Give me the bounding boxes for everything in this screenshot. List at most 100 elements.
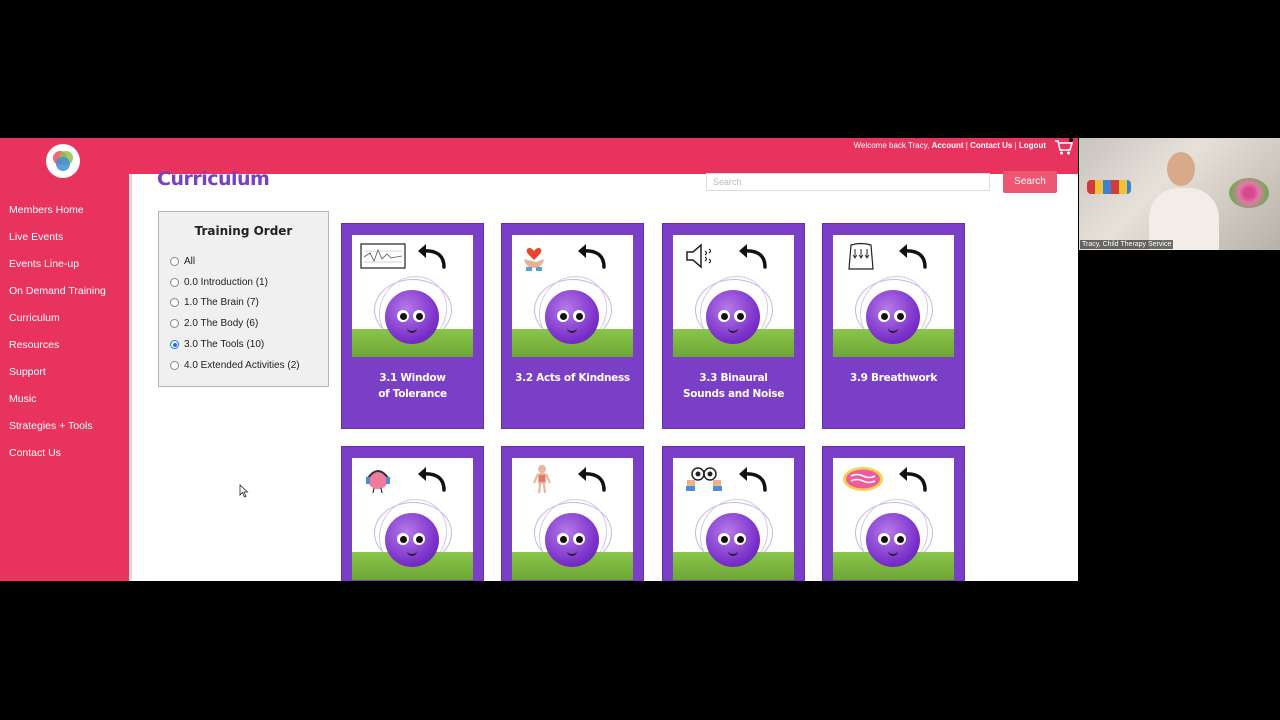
course-card[interactable]: 3.3 Binaural Sounds and Noise — [662, 223, 805, 429]
mascot-eye — [397, 533, 409, 545]
cart-icon[interactable] — [1054, 138, 1074, 156]
video-caption: Tracy, Child Therapy Service — [1080, 240, 1174, 249]
sidebar-item-curriculum[interactable]: Curriculum — [9, 311, 106, 338]
radio-button-selected[interactable] — [170, 340, 179, 349]
mascot-eye — [573, 310, 585, 322]
sidebar-item-on-demand-training[interactable]: On Demand Training — [9, 284, 106, 311]
contact-us-link[interactable]: Contact Us — [970, 141, 1012, 150]
course-card[interactable] — [662, 446, 805, 581]
mascot-mouth — [567, 327, 577, 333]
radio-button[interactable] — [170, 298, 179, 307]
mascot-mouth — [567, 550, 577, 556]
card-title-line: of Tolerance — [378, 388, 447, 400]
flowers — [1229, 178, 1269, 208]
radio-button[interactable] — [170, 257, 179, 266]
mascot-eye — [734, 533, 746, 545]
radio-button[interactable] — [170, 361, 179, 370]
mascot-eye — [878, 533, 890, 545]
card-title: 3.1 Window of Tolerance — [342, 370, 483, 402]
separator: | — [1014, 141, 1017, 150]
back-arrow-icon — [578, 244, 606, 269]
purple-mascot — [385, 290, 439, 344]
course-card[interactable]: 3.9 Breathwork — [822, 223, 965, 429]
body-breathing-icon — [848, 242, 874, 270]
brain-headphones-icon — [366, 470, 390, 494]
mouse-cursor-icon — [239, 484, 249, 498]
sidebar-item-contact-us[interactable]: Contact Us — [9, 446, 106, 473]
back-arrow-icon — [578, 467, 606, 492]
page-title: Curriculum — [157, 168, 270, 190]
search-input[interactable]: Search — [706, 173, 990, 191]
content-divider — [129, 174, 132, 581]
search-button[interactable]: Search — [1003, 171, 1057, 193]
filter-option-introduction[interactable]: 0.0 Introduction (1) — [170, 277, 268, 288]
sidebar: Members Home Live Events Events Line-up … — [0, 138, 129, 581]
card-thumbnail — [833, 458, 954, 580]
card-title: 3.2 Acts of Kindness — [502, 370, 643, 386]
course-card[interactable] — [341, 446, 484, 581]
mascot-eye — [557, 310, 569, 322]
back-arrow-icon — [739, 467, 767, 492]
mascot-eye — [894, 533, 906, 545]
filter-option-all[interactable]: All — [170, 256, 195, 267]
filter-title: Training Order — [194, 224, 293, 238]
logout-link[interactable]: Logout — [1019, 141, 1046, 150]
filter-option-label: 0.0 Introduction (1) — [184, 277, 268, 288]
radio-button[interactable] — [170, 278, 179, 287]
purple-mascot — [866, 290, 920, 344]
filter-option-label: 2.0 The Body (6) — [184, 318, 259, 329]
sidebar-item-support[interactable]: Support — [9, 365, 106, 392]
sidebar-item-events-line-up[interactable]: Events Line-up — [9, 257, 106, 284]
mascot-eye — [734, 310, 746, 322]
welcome-text: Welcome back Tracy, — [853, 141, 930, 150]
you-are-enough-icon — [843, 467, 883, 491]
card-thumbnail — [512, 235, 633, 357]
course-card[interactable]: 3.1 Window of Tolerance — [341, 223, 484, 429]
purple-mascot — [385, 513, 439, 567]
sidebar-nav: Members Home Live Events Events Line-up … — [9, 203, 106, 473]
speaker-sound-icon — [686, 243, 712, 269]
members-app-window: Welcome back Tracy, Account | Contact Us… — [0, 138, 1078, 581]
purple-mascot — [545, 290, 599, 344]
radio-button[interactable] — [170, 319, 179, 328]
sidebar-item-members-home[interactable]: Members Home — [9, 203, 106, 230]
mascot-mouth — [407, 550, 417, 556]
sidebar-item-live-events[interactable]: Live Events — [9, 230, 106, 257]
mascot-eye — [718, 533, 730, 545]
filter-option-label: 1.0 The Brain (7) — [184, 297, 259, 308]
sidebar-item-resources[interactable]: Resources — [9, 338, 106, 365]
purple-mascot — [545, 513, 599, 567]
filter-option-label: All — [184, 256, 196, 267]
card-title: 3.9 Breathwork — [823, 370, 964, 386]
filter-option-tools[interactable]: 3.0 The Tools (10) — [170, 339, 264, 350]
filter-option-body[interactable]: 2.0 The Body (6) — [170, 318, 258, 329]
logo-icon — [53, 151, 73, 171]
back-arrow-icon — [739, 244, 767, 269]
heart-in-hands-icon — [524, 247, 544, 271]
account-link[interactable]: Account — [932, 141, 964, 150]
back-arrow-icon — [899, 467, 927, 492]
sidebar-item-music[interactable]: Music — [9, 392, 106, 419]
card-thumbnail — [673, 235, 794, 357]
card-title-line: 3.1 Window — [379, 372, 446, 384]
toys-shelf — [1087, 180, 1131, 194]
filter-option-label: 3.0 The Tools (10) — [184, 339, 265, 350]
logo[interactable] — [46, 144, 80, 178]
eyes-hands-icon — [686, 467, 722, 491]
back-arrow-icon — [418, 244, 446, 269]
sidebar-item-strategies-tools[interactable]: Strategies + Tools — [9, 419, 106, 446]
course-card[interactable] — [501, 446, 644, 581]
human-body-icon — [532, 465, 552, 494]
course-card[interactable] — [822, 446, 965, 581]
card-thumbnail — [512, 458, 633, 580]
card-title: 3.3 Binaural Sounds and Noise — [663, 370, 804, 402]
webcam-video-tile: Tracy, Child Therapy Service — [1079, 138, 1280, 250]
mascot-mouth — [728, 550, 738, 556]
welcome-bar: Welcome back Tracy, Account | Contact Us… — [854, 141, 1046, 150]
mascot-eye — [894, 310, 906, 322]
filter-option-brain[interactable]: 1.0 The Brain (7) — [170, 297, 259, 308]
course-card[interactable]: 3.2 Acts of Kindness — [501, 223, 644, 429]
filter-option-label: 4.0 Extended Activities (2) — [184, 360, 300, 371]
filter-option-extended-activities[interactable]: 4.0 Extended Activities (2) — [170, 360, 300, 371]
purple-mascot — [706, 290, 760, 344]
